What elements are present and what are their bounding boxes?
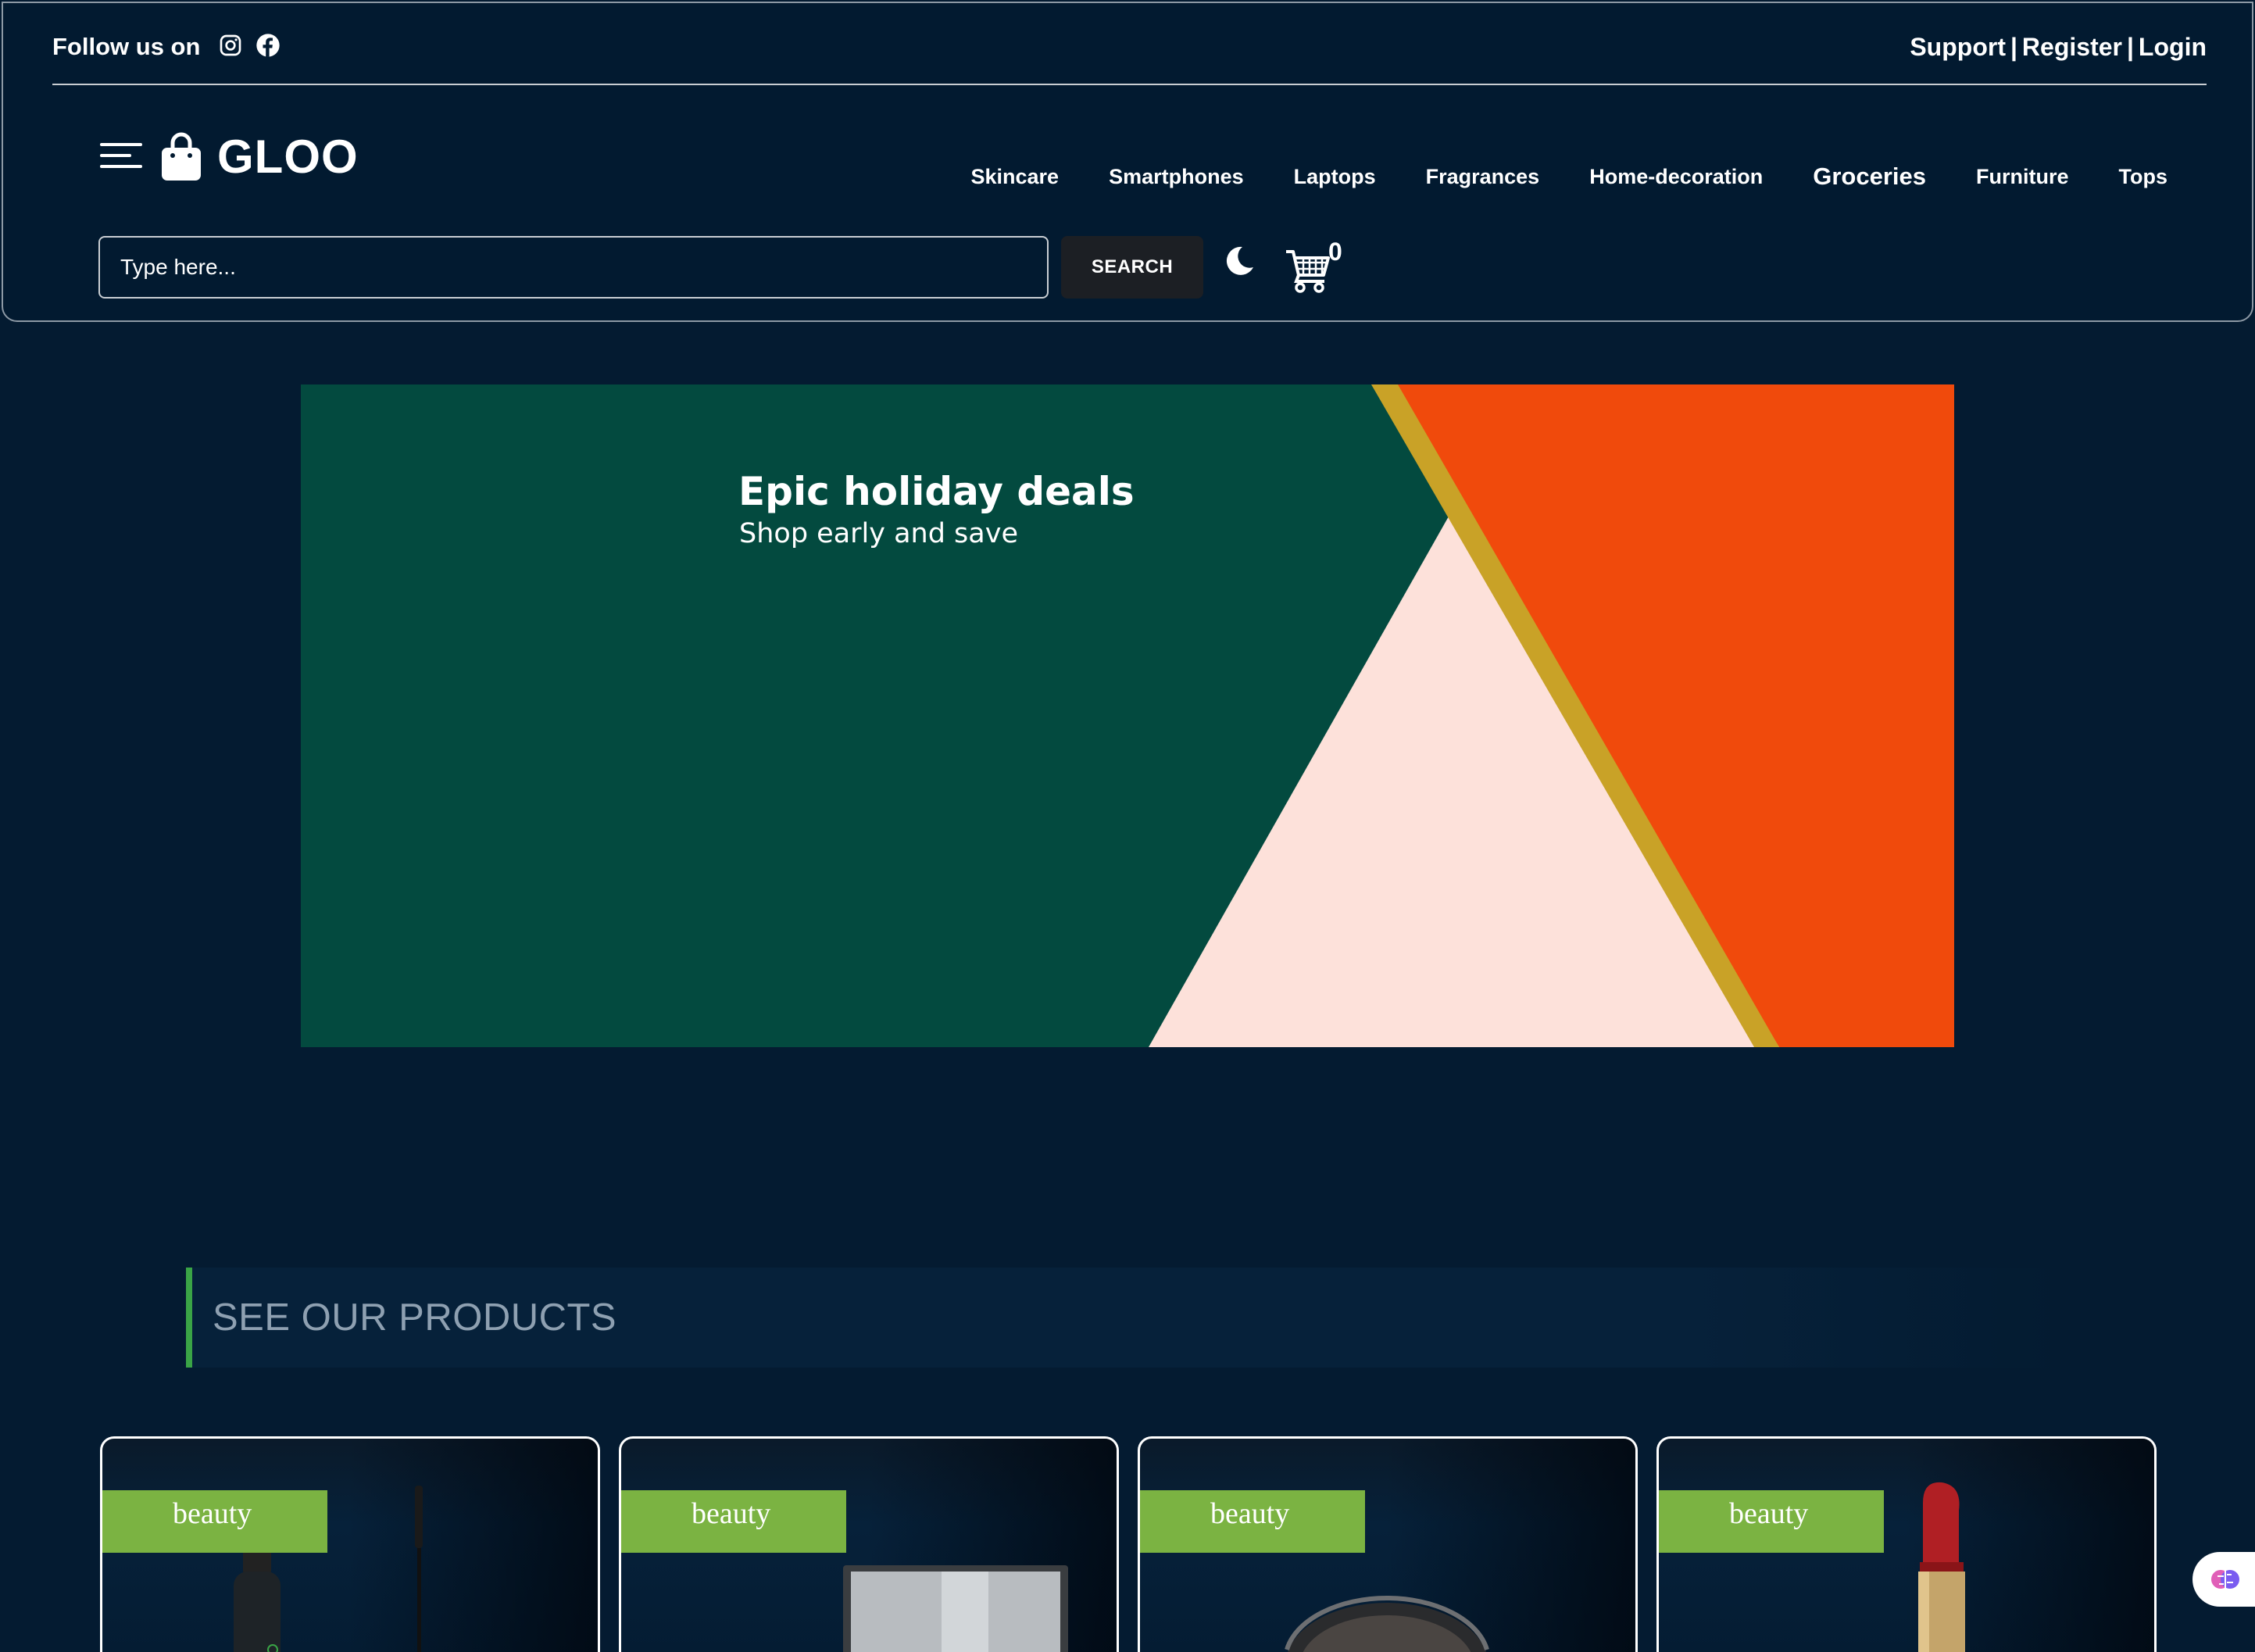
cart-icon[interactable]	[1285, 247, 1331, 294]
shopping-bag-icon	[162, 132, 201, 181]
product-card[interactable]: beauty	[619, 1436, 1119, 1652]
brand-logo[interactable]: GLOO	[217, 131, 359, 183]
hero-title: Epic holiday deals	[738, 469, 1135, 514]
product-card[interactable]: beauty	[100, 1436, 600, 1652]
separator: |	[2010, 33, 2017, 61]
nav-fragrances[interactable]: Fragrances	[1426, 165, 1540, 189]
nav-tops[interactable]: Tops	[2119, 165, 2168, 189]
category-badge: beauty	[1659, 1490, 1884, 1553]
dark-mode-moon-icon[interactable]	[1222, 244, 1256, 278]
assistant-launcher[interactable]	[2192, 1552, 2255, 1607]
nav-skincare[interactable]: Skincare	[971, 165, 1060, 189]
category-badge: beauty	[621, 1490, 846, 1553]
search-button[interactable]: SEARCH	[1061, 236, 1203, 299]
category-nav: Skincare Smartphones Laptops Fragrances …	[902, 161, 2168, 192]
hero-banner[interactable]: Epic holiday deals Shop early and save	[301, 384, 1954, 1047]
nav-home-decoration[interactable]: Home-decoration	[1589, 165, 1763, 189]
category-badge: beauty	[1140, 1490, 1365, 1553]
site-header: Follow us on Support | Register | Login GLOO…	[2, 2, 2253, 322]
nav-groceries[interactable]: Groceries	[1813, 163, 1926, 191]
account-links: Support | Register | Login	[1910, 33, 2207, 61]
nav-furniture[interactable]: Furniture	[1976, 165, 2069, 189]
nav-laptops[interactable]: Laptops	[1294, 165, 1376, 189]
follow-us-label: Follow us on	[52, 33, 201, 60]
facebook-icon[interactable]	[256, 33, 281, 58]
category-badge: beauty	[102, 1490, 327, 1553]
login-link[interactable]: Login	[2139, 33, 2207, 61]
product-card[interactable]: beauty	[1138, 1436, 1638, 1652]
search-input[interactable]: Type here...	[98, 236, 1049, 299]
menu-icon[interactable]	[100, 140, 142, 171]
hero-subtitle: Shop early and save	[739, 518, 1018, 549]
top-bar: Follow us on Support | Register | Login	[52, 3, 2207, 85]
register-link[interactable]: Register	[2022, 33, 2122, 61]
search-placeholder: Type here...	[120, 255, 236, 279]
section-title: SEE OUR PRODUCTS	[213, 1296, 617, 1339]
section-heading: SEE OUR PRODUCTS	[186, 1268, 2061, 1368]
support-link[interactable]: Support	[1910, 33, 2006, 61]
nav-smartphones[interactable]: Smartphones	[1109, 165, 1244, 189]
product-card[interactable]: beauty	[1656, 1436, 2157, 1652]
brain-icon	[2211, 1570, 2239, 1589]
cart-count: 0	[1328, 238, 1342, 266]
instagram-icon[interactable]	[218, 33, 243, 58]
separator: |	[2126, 33, 2134, 61]
